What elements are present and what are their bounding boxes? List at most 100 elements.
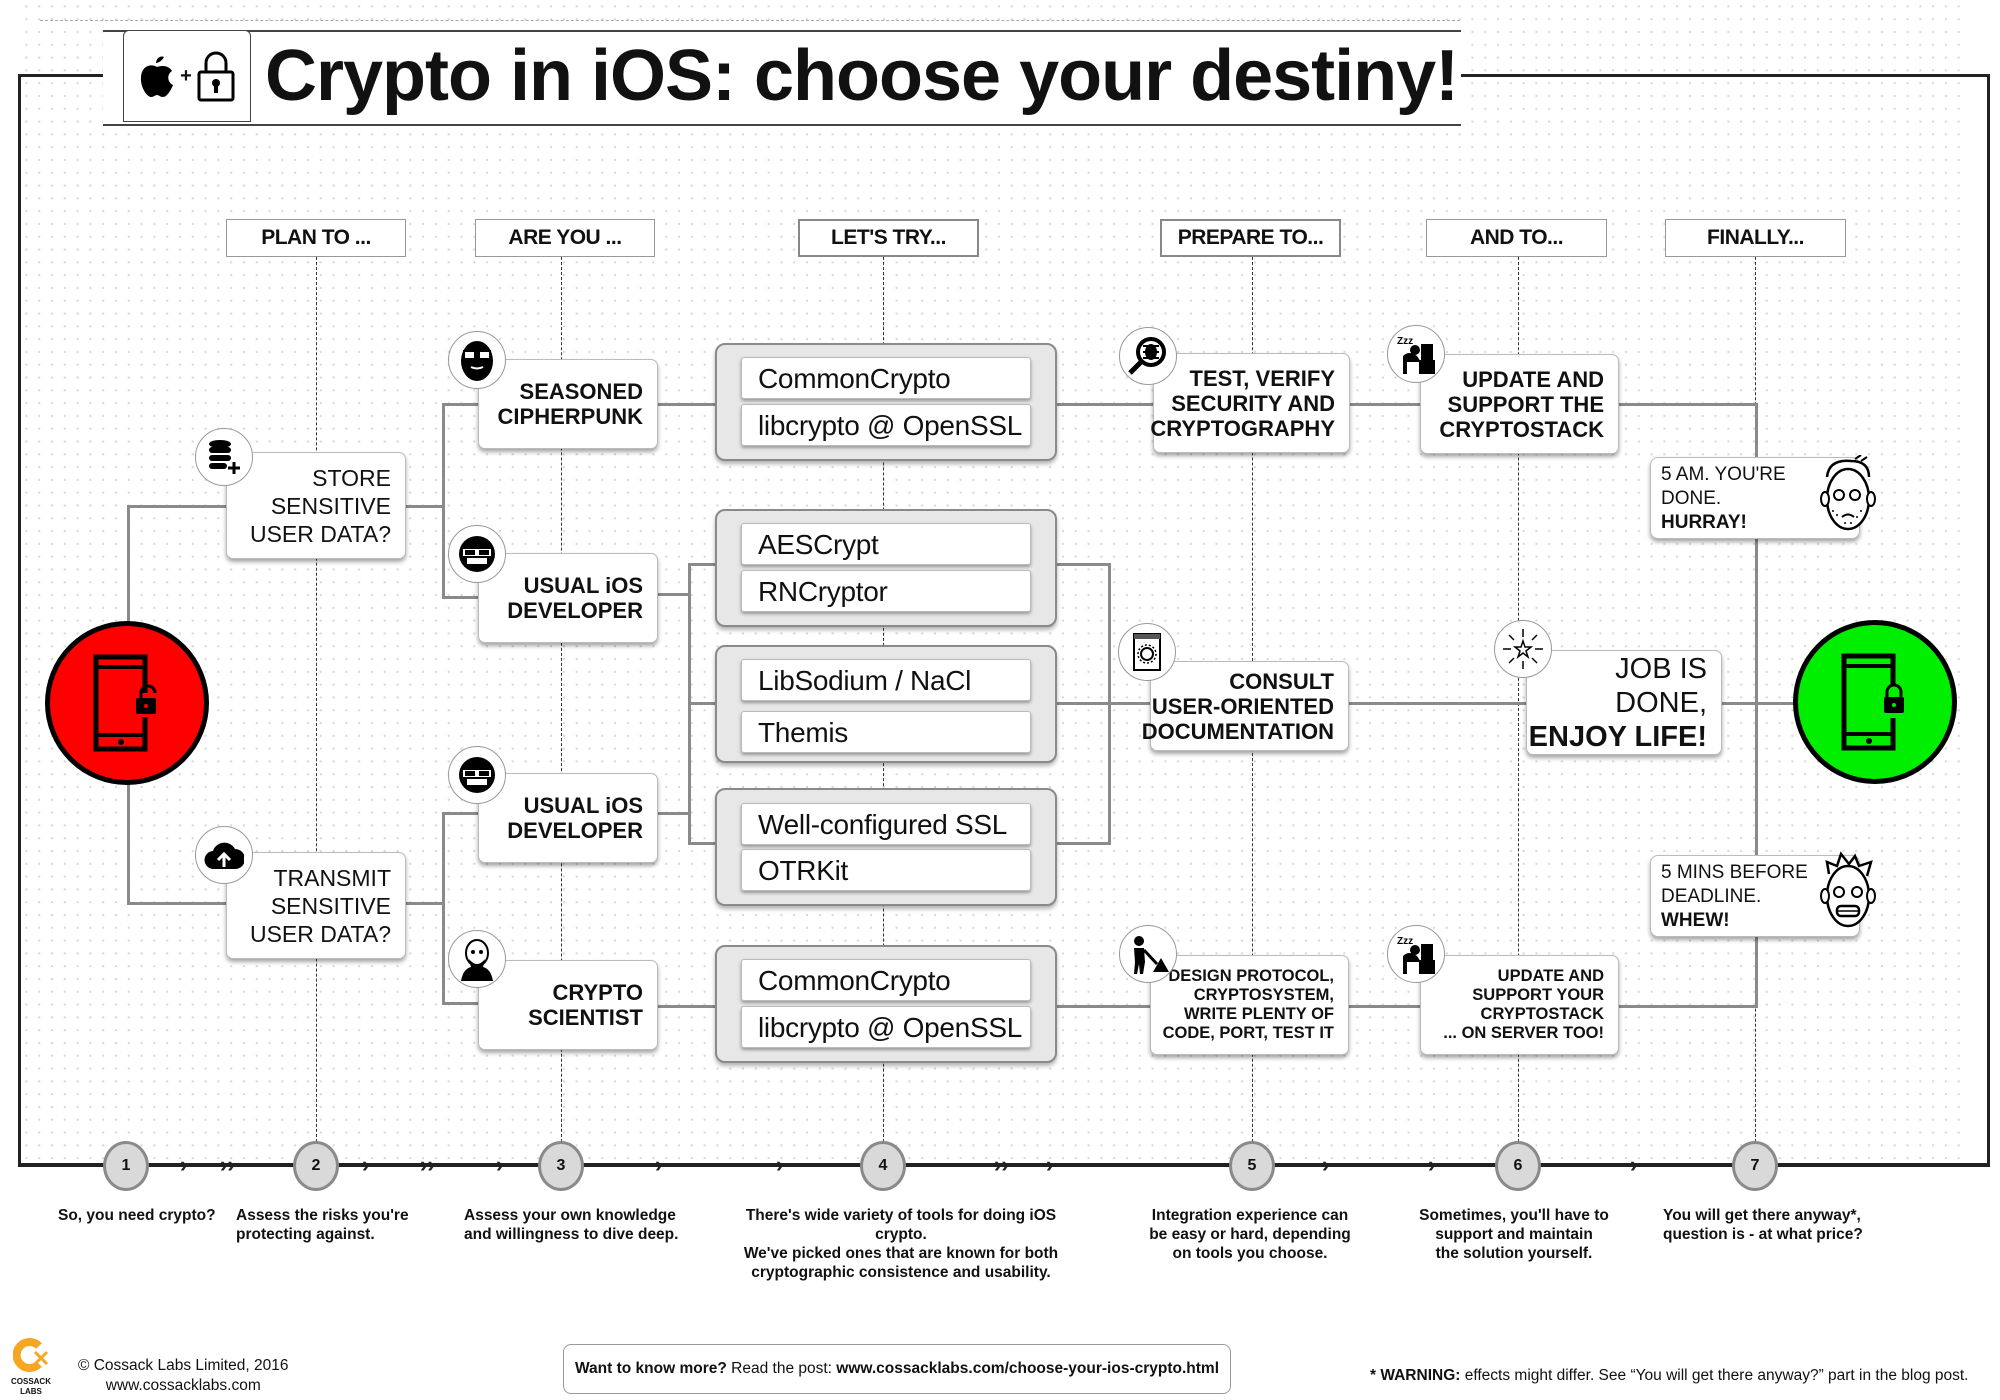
header-lets-try: LET'S TRY... (798, 219, 979, 257)
connector (1617, 403, 1757, 406)
connector (405, 902, 445, 905)
chevron-right-icon: › (362, 1152, 370, 1177)
prepare-card-docs[interactable]: CONSULT USER-ORIENTED DOCUMENTATION (1142, 661, 1349, 751)
library-item[interactable]: CommonCrypto (741, 959, 1031, 1001)
persona-label: USUAL iOS DEVELOPER (507, 573, 643, 623)
padlock-icon (197, 51, 235, 102)
connector (1055, 563, 1110, 566)
and-to-card-update-server[interactable]: UPDATE AND SUPPORT YOUR CRYPTOSTACK ... … (1420, 955, 1619, 1055)
library-item[interactable]: LibSodium / NaCl (741, 659, 1031, 701)
job-done-line2: ENJOY LIFE! (1528, 720, 1707, 753)
connector (442, 812, 482, 815)
connector (655, 1005, 717, 1008)
step-description-5: Integration experience can be easy or ha… (1149, 1207, 1351, 1262)
persona-label: SEASONED CIPHERPUNK (497, 379, 643, 429)
library-item[interactable]: libcrypto @ OpenSSL (741, 404, 1031, 446)
plus-icon: + (180, 64, 192, 87)
step-marker-6: 6 (1495, 1141, 1541, 1191)
connector (127, 902, 227, 905)
step-description-6: Sometimes, you'll have to support and ma… (1419, 1207, 1609, 1262)
header-finally: FINALLY... (1665, 219, 1846, 257)
prepare-label: CONSULT USER-ORIENTED DOCUMENTATION (1141, 668, 1334, 744)
cossack-labs-logo: COSSACK LABS (10, 1338, 52, 1397)
plan-card-transmit[interactable]: TRANSMIT SENSITIVE USER DATA? (226, 852, 406, 959)
plan-card-store[interactable]: STORE SENSITIVE USER DATA? (226, 452, 406, 559)
persona-label: USUAL iOS DEVELOPER (507, 793, 643, 843)
chevron-right-icon: › (776, 1152, 784, 1177)
tired-face-icon (1820, 455, 1876, 531)
brand-name: COSSACK (10, 1377, 51, 1386)
chevron-right-icon: › (1322, 1152, 1330, 1177)
copyright-block: © Cossack Labs Limited, 2016 www.cossack… (78, 1356, 288, 1396)
chevron-right-icon: ›› (220, 1152, 235, 1177)
connector (688, 563, 717, 566)
library-item[interactable]: AESCrypt (741, 523, 1031, 565)
library-item[interactable]: libcrypto @ OpenSSL (741, 1006, 1031, 1048)
sunglasses-avatar-icon (448, 746, 506, 804)
persona-card-crypto-scientist[interactable]: CRYPTO SCIENTIST (478, 960, 658, 1050)
and-to-card-job-done[interactable]: JOB IS DONE, ENJOY LIFE! (1526, 650, 1722, 755)
connector (655, 403, 717, 406)
cossack-labs-logo-icon (12, 1338, 49, 1372)
library-group-4: Well-configured SSL OTRKit (715, 788, 1057, 906)
start-node (45, 621, 209, 785)
step-marker-1: 1 (103, 1141, 149, 1191)
step-marker-7: 7 (1732, 1141, 1778, 1191)
copyright-text: © Cossack Labs Limited, 2016 (78, 1357, 289, 1374)
library-item[interactable]: RNCryptor (741, 570, 1031, 612)
cloud-upload-icon (195, 826, 253, 884)
bug-magnifier-icon (1119, 327, 1177, 385)
read-more-box[interactable]: Want to know more? Read the post: www.co… (563, 1344, 1231, 1394)
construction-worker-icon (1119, 925, 1177, 983)
svg-text:Zzz: Zzz (1397, 936, 1413, 947)
svg-text:Zzz: Zzz (1397, 336, 1413, 347)
top-ruler (40, 20, 1460, 22)
brand-name-2: LABS (20, 1387, 42, 1396)
column-guide-2 (316, 257, 317, 1162)
cta-heading: Want to know more? (575, 1360, 727, 1377)
connector (1055, 842, 1110, 845)
connector (442, 403, 482, 406)
end-node (1793, 620, 1957, 784)
database-add-icon (195, 428, 253, 486)
library-group-5: CommonCrypto libcrypto @ OpenSSL (715, 945, 1057, 1063)
connector (1617, 1005, 1757, 1008)
library-item[interactable]: OTRKit (741, 849, 1031, 891)
library-item[interactable]: Well-configured SSL (741, 803, 1031, 845)
step-marker-2: 2 (293, 1141, 339, 1191)
prepare-label: TEST, VERIFY SECURITY AND CRYPTOGRAPHY (1150, 365, 1335, 441)
connector (442, 596, 482, 599)
fireworks-star-icon (1494, 620, 1552, 678)
connector (1348, 702, 1530, 705)
step-description-3: Assess your own knowledge and willingnes… (464, 1207, 679, 1243)
persona-card-cipherpunk[interactable]: SEASONED CIPHERPUNK (478, 359, 658, 449)
step-description-4: There's wide variety of tools for doing … (743, 1207, 1059, 1281)
step-marker-5: 5 (1229, 1141, 1275, 1191)
chevron-right-icon: › (1046, 1152, 1054, 1177)
blog-post-link[interactable]: www.cossacklabs.com/choose-your-ios-cryp… (836, 1360, 1219, 1378)
header-are-you: ARE YOU ... (475, 219, 655, 257)
prepare-card-design[interactable]: DESIGN PROTOCOL, CRYPTOSYSTEM, WRITE PLE… (1150, 955, 1349, 1055)
website-link[interactable]: www.cossacklabs.com (78, 1376, 288, 1396)
chevron-right-icon: › (655, 1152, 663, 1177)
warning-text: effects might differ. See “You will get … (1460, 1367, 1969, 1384)
prepare-card-test[interactable]: TEST, VERIFY SECURITY AND CRYPTOGRAPHY (1150, 353, 1350, 453)
connector (127, 505, 227, 508)
prepare-label: DESIGN PROTOCOL, CRYPTOSYSTEM, WRITE PLE… (1162, 967, 1334, 1042)
warning-note: * WARNING: effects might differ. See “Yo… (1370, 1367, 1969, 1385)
connector (1055, 403, 1155, 406)
step-description-7: You will get there anyway*, question is … (1663, 1207, 1863, 1243)
persona-card-ios-developer-2[interactable]: USUAL iOS DEVELOPER (478, 773, 658, 863)
connector (655, 593, 690, 596)
library-item[interactable]: CommonCrypto (741, 357, 1031, 399)
page-title: Crypto in iOS: choose your destiny! (265, 36, 1459, 116)
plan-label: TRANSMIT SENSITIVE USER DATA? (249, 864, 391, 947)
and-to-card-update[interactable]: UPDATE AND SUPPORT THE CRYPTOSTACK (1420, 354, 1619, 454)
connector (1055, 1005, 1155, 1008)
persona-card-ios-developer-1[interactable]: USUAL iOS DEVELOPER (478, 553, 658, 643)
library-item[interactable]: Themis (741, 711, 1031, 753)
step-description-2: Assess the risks you're protecting again… (236, 1207, 409, 1243)
sleepy-worker-icon: Zzz (1387, 925, 1445, 983)
library-group-3: LibSodium / NaCl Themis (715, 645, 1057, 763)
title-logo: + (123, 30, 251, 122)
